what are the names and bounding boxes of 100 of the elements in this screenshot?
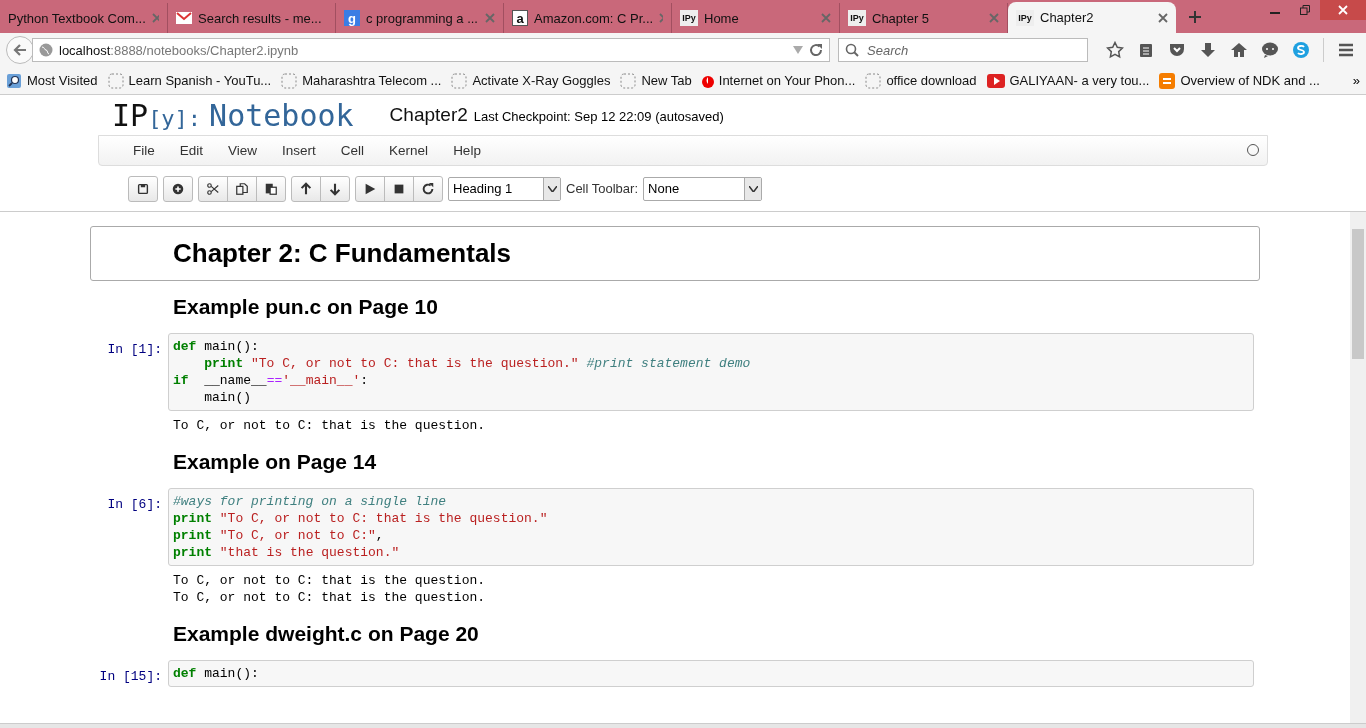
overflow-chevron[interactable]: » [1352,73,1360,88]
browser-tab[interactable]: IPy Chapter2 [1008,2,1176,33]
play-icon [363,181,377,196]
section-heading: Example pun.c on Page 10 [173,295,439,319]
down-arrow-icon [328,181,342,196]
notebook-logo: IP[y]: Notebook [112,97,354,133]
section-heading: Example dweight.c on Page 20 [173,622,480,646]
back-button[interactable] [6,36,34,64]
restart-button[interactable] [413,175,443,202]
code-line: print "that is the question." [173,544,400,561]
favicon-icon: IPy [848,10,866,26]
globe-icon [39,43,53,57]
bookmark-link[interactable]: office download [886,73,977,88]
copy-button[interactable] [227,175,257,202]
code-line: print "To C, or not to C: that is the question." [173,510,548,527]
favicon-icon: g [344,10,360,26]
blank-page-icon [865,72,882,89]
restore-icon[interactable] [1300,5,1310,15]
download-icon[interactable] [1199,41,1217,59]
menu-item[interactable]: Edit [179,143,217,158]
menu-item[interactable]: Cell [340,143,378,158]
code-line: print "To C, or not to C:", [173,527,384,544]
cell-type-select[interactable]: Heading 1 [448,176,561,201]
address-bar[interactable]: localhost:8888/notebooks/Chapter2.ipynb [32,38,830,62]
cell-toolbar-select[interactable]: None [643,176,763,201]
chapter-heading: Chapter 2: C Fundamentals [173,238,512,269]
blog-icon [1159,72,1176,89]
output-line: To C, or not to C: that is the question. [173,417,486,434]
caret-icon [547,185,557,192]
favicon-icon: IPy [680,10,698,26]
home-icon[interactable] [1230,41,1248,59]
copy-icon [235,181,249,196]
back-arrow-icon [13,43,27,57]
output-line: To C, or not to C: that is the question. [173,572,486,589]
input-prompt: In [6]: [107,497,162,512]
paste-button[interactable] [256,175,286,202]
magnifier-icon [6,72,22,89]
clipboard-icon[interactable] [1137,41,1155,59]
code-line: def main(): [173,665,259,682]
up-arrow-icon [299,181,313,196]
search-field[interactable]: Search [838,38,1088,62]
heading-cell[interactable]: Chapter 2: C Fundamentals [90,226,1260,281]
blank-page-icon [281,72,298,89]
code-cell[interactable]: def main(): [168,660,1254,687]
chat-icon[interactable] [1261,41,1279,59]
section-heading: Example on Page 14 [173,450,378,474]
stop-button[interactable] [384,175,414,202]
plus-circle-icon [171,181,185,196]
bookmark-link[interactable]: Activate X-Ray Goggles [472,73,611,88]
input-prompt: In [15]: [99,669,162,684]
bookmark-link[interactable]: Learn Spanish - YouTu... [128,73,272,88]
bookmark-link[interactable]: Internet on Your Phon... [718,73,856,88]
blank-page-icon [620,72,637,89]
down-arrow-button[interactable] [320,175,350,202]
code-line: if __name__=='__main__': [173,372,369,389]
bookmark-link[interactable]: Most Visited [27,73,98,88]
bookmark-link[interactable]: GALIYAAN- a very tou... [1009,73,1150,88]
play-button[interactable] [355,175,385,202]
input-prompt: In [1]: [107,342,162,357]
bookmark-link[interactable]: Overview of NDK and ... [1180,73,1320,88]
up-arrow-button[interactable] [291,175,321,202]
menu-item[interactable]: View [228,143,271,158]
star-icon[interactable] [1106,41,1124,59]
code-line: #ways for printing on a single line [173,493,447,510]
restart-icon [421,181,435,196]
checkpoint-status: Last Checkpoint: Sep 12 22:09 (autosaved) [473,109,724,124]
play-icon [986,73,1005,88]
blank-page-icon [107,72,124,89]
code-line: print "To C, or not to C: that is the question." #print statement demo [203,355,751,372]
plus-circle-button[interactable] [163,175,193,202]
pocket-icon[interactable] [1168,41,1186,59]
vertical-scrollbar[interactable] [1350,212,1366,723]
notebook-name[interactable]: Chapter2 [389,104,468,125]
blank-page-icon [451,72,468,89]
menu-item[interactable]: Kernel [389,143,442,158]
scissors-icon [206,181,220,196]
code-line: def main(): [173,338,259,355]
cell-toolbar-label: Cell Toolbar: [566,181,639,196]
code-cell[interactable]: #ways for printing on a single line print "To C, or not to C: that is the question." print "To C, or not to C:", print "that is the question." [168,488,1254,566]
search-input[interactable]: Search [865,41,1069,59]
new-tab-icon[interactable] [1188,10,1202,24]
menu-item[interactable]: Help [453,143,494,158]
save-icon [136,181,150,196]
scissors-button[interactable] [198,175,228,202]
paste-icon [264,181,278,196]
caret-icon [748,185,758,192]
menu-item[interactable]: Insert [282,143,329,158]
favicon-icon: IPy [1016,9,1034,26]
bookmark-link[interactable]: New Tab [641,73,692,88]
bookmark-link[interactable]: Maharashtra Telecom ... [302,73,442,88]
code-line: main() [203,389,251,406]
output-line: To C, or not to C: that is the question. [173,589,486,606]
search-icon [845,43,859,57]
menu-item[interactable]: File [133,143,168,158]
code-cell[interactable]: def main(): print "To C, or not to C: that is the question." #print statement demo if __name__=='__main__': main() [168,333,1254,411]
menu-icon[interactable] [1337,41,1355,59]
reload-icon[interactable] [809,43,823,57]
skype-icon[interactable] [1292,41,1310,59]
save-button[interactable] [128,175,158,202]
mail-icon [176,10,192,26]
